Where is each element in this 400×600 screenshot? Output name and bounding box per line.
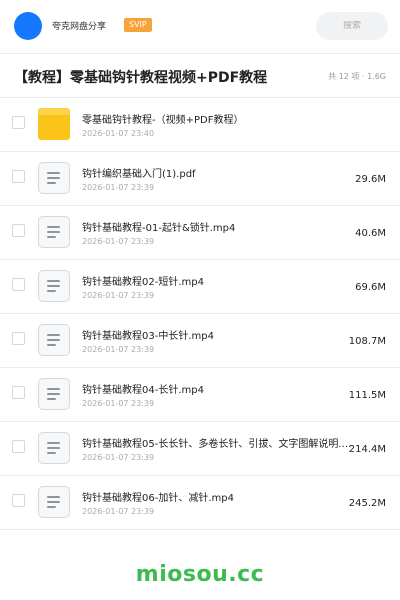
document-icon	[38, 486, 70, 518]
file-list: 零基础钩针教程-（视频+PDF教程） 2026-01-07 23:40 钩针编织基础…	[0, 98, 400, 530]
document-icon	[38, 432, 70, 464]
file-checkbox[interactable]	[12, 170, 25, 183]
file-row[interactable]: 钩针基础教程04-长针.mp4 2026-01-07 23:39 111.5M	[0, 368, 400, 422]
search-input[interactable]	[322, 21, 382, 31]
file-size: 40.6M	[355, 228, 386, 239]
share-meta: 共 12 项 · 1.6G	[328, 72, 386, 81]
avatar[interactable]	[14, 12, 42, 40]
file-name[interactable]: 零基础钩针教程-（视频+PDF教程）	[82, 111, 352, 126]
file-checkbox[interactable]	[12, 332, 25, 345]
file-name[interactable]: 钩针基础教程05-长长针、多卷长针、引拔、文字图解说明.mp4	[82, 435, 352, 450]
search-box[interactable]	[316, 12, 388, 40]
file-date: 2026-01-07 23:39	[82, 345, 155, 354]
file-date: 2026-01-07 23:39	[82, 453, 155, 462]
share-owner-name: 夸克网盘分享	[52, 22, 107, 32]
file-checkbox[interactable]	[12, 224, 25, 237]
top-bar: 夸克网盘分享 SVIP	[0, 0, 400, 52]
file-row[interactable]: 零基础钩针教程-（视频+PDF教程） 2026-01-07 23:40	[0, 98, 400, 152]
file-name[interactable]: 钩针基础教程03-中长针.mp4	[82, 327, 352, 342]
file-size: 111.5M	[348, 390, 386, 401]
file-row[interactable]: 钩针基础教程05-长长针、多卷长针、引拔、文字图解说明.mp4 2026-01-0…	[0, 422, 400, 476]
file-row[interactable]: 钩针基础教程06-加针、减针.mp4 2026-01-07 23:39 245.2M	[0, 476, 400, 530]
file-size: 69.6M	[355, 282, 386, 293]
file-size: 108.7M	[348, 336, 386, 347]
file-checkbox[interactable]	[12, 440, 25, 453]
file-row[interactable]: 钩针基础教程02-短针.mp4 2026-01-07 23:39 69.6M	[0, 260, 400, 314]
file-date: 2026-01-07 23:40	[82, 129, 155, 138]
svip-badge: SVIP	[124, 18, 152, 32]
file-size: 245.2M	[348, 498, 386, 509]
file-name[interactable]: 钩针基础教程02-短针.mp4	[82, 273, 352, 288]
file-checkbox[interactable]	[12, 278, 25, 291]
file-size: 214.4M	[348, 444, 386, 455]
file-row[interactable]: 钩针基础教程-01-起针&锁针.mp4 2026-01-07 23:39 40.6M	[0, 206, 400, 260]
file-checkbox[interactable]	[12, 494, 25, 507]
page-title: 【教程】零基础钩针教程视频+PDF教程	[14, 70, 268, 86]
file-checkbox[interactable]	[12, 386, 25, 399]
document-icon	[38, 270, 70, 302]
file-date: 2026-01-07 23:39	[82, 291, 155, 300]
document-icon	[38, 378, 70, 410]
file-size: 29.6M	[355, 174, 386, 185]
folder-icon	[38, 108, 70, 140]
file-name[interactable]: 钩针基础教程06-加针、减针.mp4	[82, 489, 352, 504]
file-name[interactable]: 钩针基础教程-01-起针&锁针.mp4	[82, 219, 352, 234]
file-name[interactable]: 钩针基础教程04-长针.mp4	[82, 381, 352, 396]
file-row[interactable]: 钩针基础教程03-中长针.mp4 2026-01-07 23:39 108.7M	[0, 314, 400, 368]
file-date: 2026-01-07 23:39	[82, 237, 155, 246]
document-icon	[38, 324, 70, 356]
file-date: 2026-01-07 23:39	[82, 183, 155, 192]
watermark-text: miosou.cc	[135, 562, 265, 587]
document-icon	[38, 162, 70, 194]
file-name[interactable]: 钩针编织基础入门(1).pdf	[82, 165, 352, 180]
file-date: 2026-01-07 23:39	[82, 507, 155, 516]
file-checkbox[interactable]	[12, 116, 25, 129]
file-date: 2026-01-07 23:39	[82, 399, 155, 408]
file-row[interactable]: 钩针编织基础入门(1).pdf 2026-01-07 23:39 29.6M	[0, 152, 400, 206]
title-row: 【教程】零基础钩针教程视频+PDF教程 共 12 项 · 1.6G	[0, 54, 400, 98]
document-icon	[38, 216, 70, 248]
